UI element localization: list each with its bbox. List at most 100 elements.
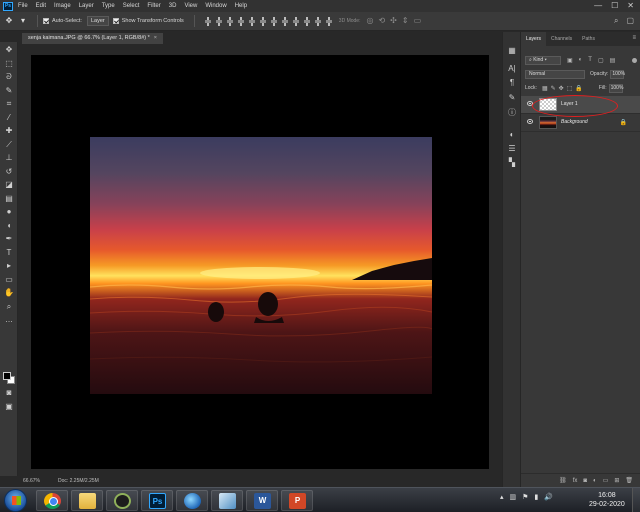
kind-filter-dropdown[interactable]: ⌕ Kind ▾ [525,55,561,65]
hand-tool-icon[interactable]: ✋ [4,288,14,298]
foreground-color-swatch[interactable] [3,372,11,380]
lock-transparent-pixels-icon[interactable]: ▦ [542,85,548,92]
tool-preset-dropdown-icon[interactable]: ▾ [18,16,28,26]
menu-select[interactable]: Select [123,3,140,9]
move-tool-icon[interactable]: ✥ [4,45,14,55]
lock-all-icon[interactable]: 🔒 [575,85,582,92]
document-canvas[interactable] [31,55,489,469]
show-transform-controls-checkbox[interactable] [112,18,119,24]
document-tab[interactable]: senja kaimana.JPG @ 66.7% (Layer 1, RGB/… [22,33,163,44]
document-size[interactable]: Doc: 2.25M/2.25M [58,478,99,484]
history-brush-tool-icon[interactable]: ↺ [4,167,14,177]
delete-layer-icon[interactable]: 🗑 [625,477,633,484]
character-panel-icon[interactable]: A| [507,64,517,74]
sunset-photo[interactable] [90,137,432,394]
align-horizontal-centers-icon[interactable] [248,16,256,26]
zoom-tool-icon[interactable]: ⌕ [4,302,14,312]
type-filter-icon[interactable]: T [588,57,592,63]
taskbar-media-app[interactable] [106,490,138,511]
rectangle-tool-icon[interactable]: ▭ [4,275,14,285]
taskbar-app-orb[interactable] [176,490,208,511]
prevent-auto-nesting-icon[interactable]: ⬚ [567,85,573,92]
align-bottom-edges-icon[interactable] [226,16,234,26]
menu-edit[interactable]: Edit [36,3,46,9]
align-top-edges-icon[interactable] [204,16,212,26]
align-left-edges-icon[interactable] [237,16,245,26]
menu-window[interactable]: Window [205,3,226,9]
menu-3d[interactable]: 3D [169,3,177,9]
distribute-left-icon[interactable] [303,16,311,26]
canvas-area[interactable] [18,44,502,476]
close-tab-icon[interactable]: × [154,35,157,41]
adjustment-filter-icon[interactable]: ◐ [579,57,583,63]
distribute-middle-icon[interactable] [314,16,322,26]
workspace-icon[interactable]: ▢ [626,16,634,26]
tray-expand-icon[interactable]: ▴ [500,493,504,501]
blend-mode-dropdown[interactable]: Normal [525,69,585,79]
new-group-icon[interactable]: ▭ [603,477,609,484]
align-vertical-centers-icon[interactable] [215,16,223,26]
info-panel-icon[interactable]: ⓘ [507,108,517,118]
clock[interactable]: 16:08 29-02-2020 [589,491,625,509]
history-panel-icon[interactable]: ▦ [507,46,517,56]
panel-menu-icon[interactable]: ≡ [632,35,636,41]
taskbar-photoshop[interactable]: Ps [141,490,173,511]
taskbar-file-explorer[interactable] [71,490,103,511]
filter-toggle[interactable] [632,57,637,63]
quick-mask-icon[interactable]: ◙ [4,388,14,398]
new-layer-icon[interactable]: ⊞ [614,477,619,484]
path-selection-tool-icon[interactable]: ▸ [4,261,14,271]
eraser-tool-icon[interactable]: ◪ [4,180,14,190]
zoom-level[interactable]: 66.67% [23,478,40,484]
pen-tool-icon[interactable]: ✒ [4,234,14,244]
show-desktop-button[interactable] [632,488,640,512]
pixel-filter-icon[interactable]: ▣ [567,57,573,64]
maximize-button[interactable]: ☐ [611,1,618,10]
quick-select-tool-icon[interactable]: ✎ [4,86,14,96]
menu-help[interactable]: Help [235,3,247,9]
lock-image-pixels-icon[interactable]: ✎ [551,85,556,92]
fill-field[interactable]: 100% [608,83,623,93]
menu-image[interactable]: Image [54,3,71,9]
flag-icon[interactable]: ⚑ [522,493,528,501]
tab-paths[interactable]: Paths [577,32,600,46]
paragraph-panel-icon[interactable]: ¶ [507,78,517,88]
lasso-tool-icon[interactable]: ᘐ [4,72,14,82]
distribute-bottom-icon[interactable] [292,16,300,26]
adjustments-panel-icon[interactable]: ◐ [507,130,517,140]
type-tool-icon[interactable]: T [4,248,14,258]
styles-panel-icon[interactable]: ▚ [507,158,517,168]
menu-file[interactable]: File [18,3,28,9]
move-tool-icon[interactable]: ✥ [4,16,14,26]
gradient-tool-icon[interactable]: ▤ [4,194,14,204]
marquee-tool-icon[interactable]: ⬚ [4,59,14,69]
search-icon[interactable]: ⌕ [614,16,618,26]
taskbar-chrome[interactable] [36,490,68,511]
clone-stamp-tool-icon[interactable]: ⊥ [4,153,14,163]
distribute-right-icon[interactable] [325,16,333,26]
opacity-field[interactable]: 100% [610,69,625,79]
battery-icon[interactable]: ▮ [534,493,538,501]
smart-object-filter-icon[interactable]: ▤ [610,57,616,64]
menu-layer[interactable]: Layer [79,3,94,9]
more-tools-icon[interactable]: … [4,315,14,325]
start-button[interactable] [4,489,27,512]
adjustment-layer-icon[interactable]: ◐ [593,478,597,484]
auto-select-target-dropdown[interactable]: Layer [86,16,109,26]
network-icon[interactable]: ▥ [510,493,517,501]
layer-style-icon[interactable]: fx [573,478,578,484]
auto-select-checkbox[interactable] [43,18,49,24]
brush-tool-icon[interactable]: ⟋ [4,140,14,150]
shape-filter-icon[interactable]: ▢ [598,57,604,64]
menu-view[interactable]: View [184,3,197,9]
dodge-tool-icon[interactable]: ◖ [4,221,14,231]
blur-tool-icon[interactable]: ● [4,207,14,217]
taskbar-app-pencil[interactable] [211,490,243,511]
lock-position-icon[interactable]: ✥ [559,85,564,92]
healing-brush-tool-icon[interactable]: ✚ [4,126,14,136]
eyedropper-tool-icon[interactable]: ⁄ [4,113,14,123]
distribute-top-icon[interactable] [270,16,278,26]
volume-icon[interactable]: 🔊 [544,493,553,501]
visibility-eye-icon[interactable] [527,119,533,124]
screen-mode-icon[interactable]: ▣ [4,402,14,412]
